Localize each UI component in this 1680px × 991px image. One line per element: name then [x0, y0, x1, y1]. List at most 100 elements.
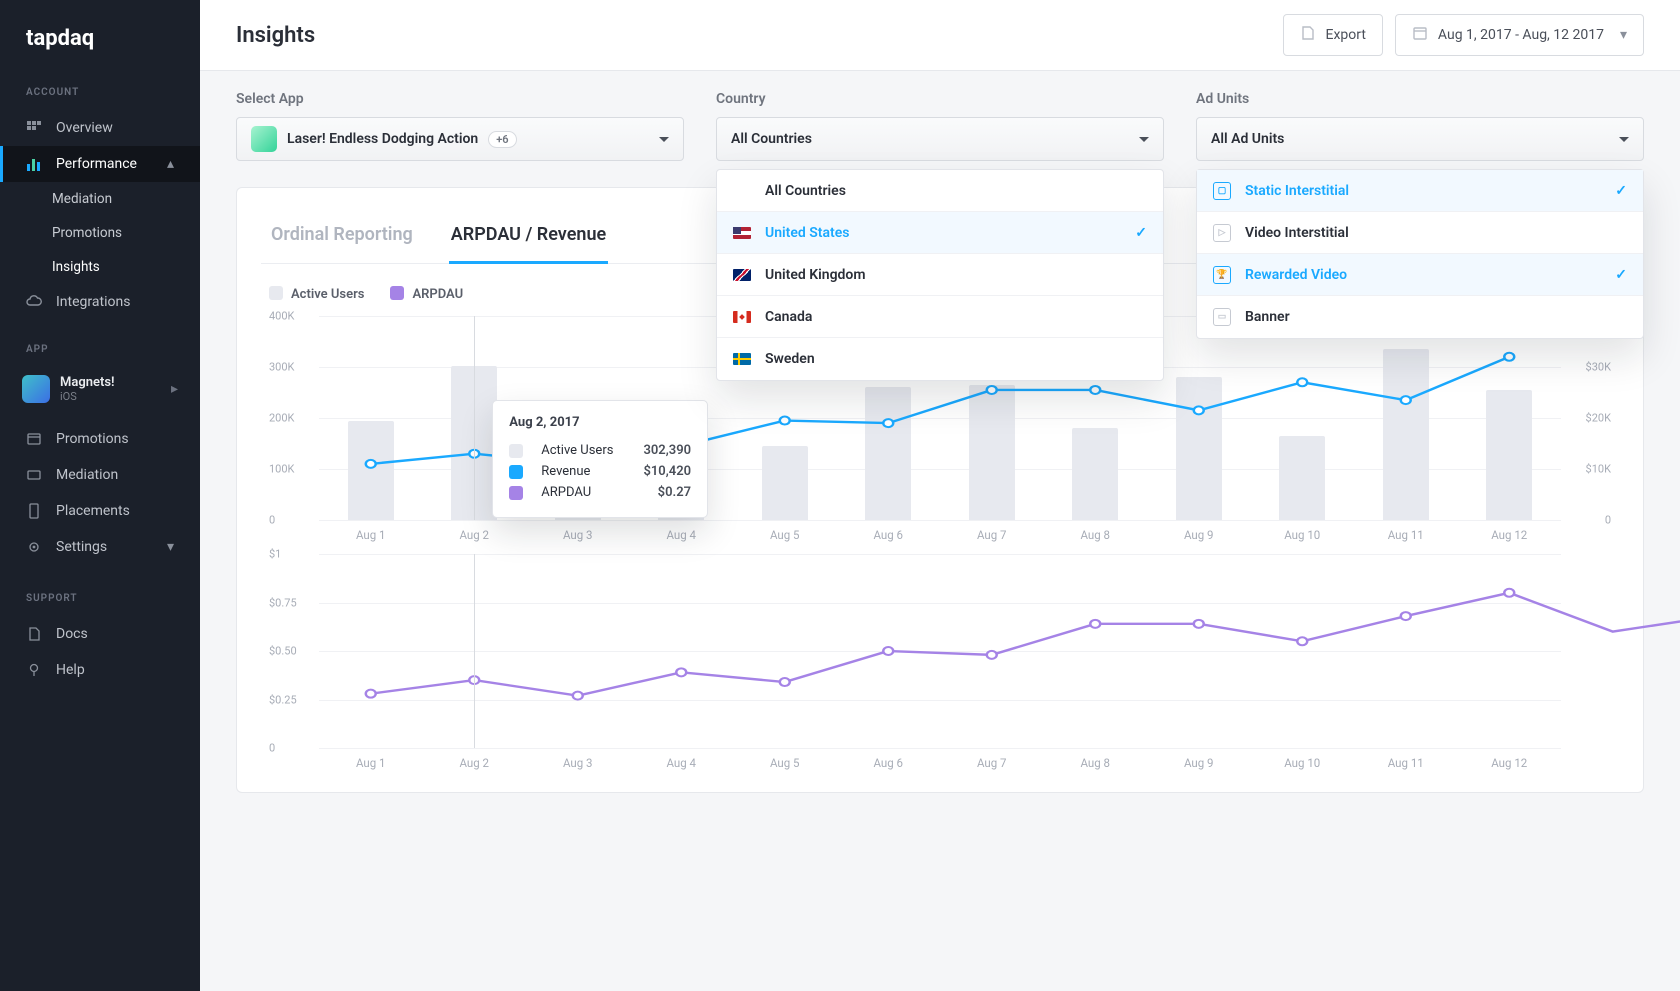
y-tick-left: $0.75 [269, 596, 297, 609]
sidebar-item-label: Performance [56, 156, 137, 172]
promotions-icon [26, 431, 42, 447]
filter-country-label: Country [716, 91, 1164, 107]
filter-adunits: Ad Units All Ad Units ▢Static Interstiti… [1196, 91, 1644, 161]
adunit-option[interactable]: ▷ Video Interstitial [1197, 212, 1643, 254]
sidebar-item-insights[interactable]: Insights [26, 250, 200, 284]
adunit-icon: 🏆 [1213, 266, 1231, 284]
sidebar-item-overview[interactable]: Overview [0, 110, 200, 146]
y-tick-right: $30K [1586, 361, 1611, 374]
adunit-option-label: Banner [1245, 309, 1290, 325]
country-option[interactable]: United Kingdom [717, 254, 1163, 296]
hover-vline [474, 316, 475, 520]
filters-row: Select App Laser! Endless Dodging Action… [200, 71, 1680, 161]
adunit-option[interactable]: ▭Banner [1197, 296, 1643, 338]
export-icon [1300, 25, 1316, 45]
adunit-icon: ▷ [1213, 224, 1231, 242]
filter-country: Country All Countries All CountriesUnite… [716, 91, 1164, 161]
y-tick-left: 300K [269, 361, 294, 374]
app-extra-count: +6 [488, 131, 516, 148]
caret-down-icon: ▾ [1620, 27, 1627, 43]
app-menu-mediation[interactable]: Mediation [0, 457, 200, 493]
hover-vline [474, 554, 475, 748]
y-tick-left: 0 [269, 742, 275, 755]
app-select[interactable]: Laser! Endless Dodging Action +6 [236, 117, 684, 161]
adunit-option[interactable]: 🏆Rewarded Video✓ [1197, 254, 1643, 296]
sidebar-item-performance[interactable]: Performance ▴ [0, 146, 200, 182]
country-option[interactable]: All Countries [717, 170, 1163, 212]
country-option[interactable]: Canada [717, 296, 1163, 338]
tooltip-label: Active Users [541, 443, 613, 458]
app-selector[interactable]: Magnets! iOS ▸ [0, 367, 200, 411]
sidebar-item-label: Insights [52, 259, 100, 275]
x-tick: Aug 1 [319, 756, 423, 770]
bars-icon [26, 156, 42, 172]
x-tick: Aug 4 [630, 756, 734, 770]
chevron-right-icon: ▸ [171, 381, 178, 397]
chevron-up-icon: ▴ [167, 156, 174, 172]
swatch-icon [509, 486, 523, 500]
tab-ordinal[interactable]: Ordinal Reporting [269, 212, 415, 263]
y-tick-left: $1 [269, 548, 281, 561]
tooltip-value: $0.27 [638, 485, 691, 500]
sidebar-item-promotions[interactable]: Promotions [26, 216, 200, 250]
export-button[interactable]: Export [1283, 14, 1383, 56]
country-option-label: United States [765, 225, 849, 241]
country-option-label: Sweden [765, 351, 815, 367]
sidebar-item-label: Promotions [52, 225, 122, 241]
country-dropdown: All CountriesUnited States✓ United Kingdo… [716, 169, 1164, 381]
topbar: Insights Export Aug 1, 2017 - Aug, 12 20… [200, 0, 1680, 71]
flag-icon [733, 311, 751, 323]
section-support: SUPPORT [0, 587, 200, 616]
sidebar-item-integrations[interactable]: Integrations [0, 284, 200, 320]
adunit-option-label: Static Interstitial [1245, 183, 1349, 199]
grid-icon [26, 120, 42, 136]
country-option-label: United Kingdom [765, 267, 866, 283]
performance-submenu: Mediation Promotions Insights [0, 182, 200, 284]
app-menu-settings[interactable]: Settings ▾ [0, 529, 200, 565]
app-thumb [22, 375, 50, 403]
x-tick: Aug 9 [1147, 528, 1251, 542]
sidebar-item-label: Help [56, 662, 85, 678]
adunits-select-value: All Ad Units [1211, 131, 1284, 147]
country-option[interactable]: United States✓ [717, 212, 1163, 254]
y-tick-left: $0.25 [269, 693, 297, 706]
sidebar: tapdaq ACCOUNT Overview Performance ▴ Me… [0, 0, 200, 991]
support-help[interactable]: Help [0, 652, 200, 688]
sidebar-item-mediation[interactable]: Mediation [26, 182, 200, 216]
x-tick: Aug 7 [940, 528, 1044, 542]
daterange-button[interactable]: Aug 1, 2017 - Aug, 12 2017 ▾ [1395, 14, 1644, 56]
tab-arpdau[interactable]: ARPDAU / Revenue [449, 212, 608, 264]
gear-icon [26, 539, 42, 555]
sidebar-item-label: Overview [56, 120, 113, 136]
y-tick-right: 0 [1605, 514, 1611, 527]
support-docs[interactable]: Docs [0, 616, 200, 652]
sidebar-item-label: Mediation [56, 467, 118, 483]
app-icon [251, 126, 277, 152]
app-platform: iOS [60, 390, 115, 403]
y-tick-left: 100K [269, 463, 294, 476]
adunit-option[interactable]: ▢Static Interstitial✓ [1197, 170, 1643, 212]
y-tick-right: $20K [1586, 412, 1611, 425]
caret-down-icon [1139, 137, 1149, 147]
chevron-down-icon: ▾ [167, 539, 174, 555]
app-select-value: Laser! Endless Dodging Action [287, 131, 478, 147]
x-tick: Aug 2 [423, 756, 527, 770]
adunits-select[interactable]: All Ad Units [1196, 117, 1644, 161]
app-menu-placements[interactable]: Placements [0, 493, 200, 529]
country-select[interactable]: All Countries [716, 117, 1164, 161]
country-option[interactable]: Sweden [717, 338, 1163, 380]
app-name: Magnets! [60, 375, 115, 390]
flag-icon [733, 227, 751, 239]
sidebar-item-label: Docs [56, 626, 88, 642]
y-tick-left: $0.50 [269, 645, 297, 658]
mediation-icon [26, 467, 42, 483]
x-tick: Aug 4 [630, 528, 734, 542]
sidebar-item-label: Settings [56, 539, 107, 555]
adunit-option-label: Video Interstitial [1245, 225, 1349, 241]
x-tick: Aug 2 [423, 528, 527, 542]
app-menu-promotions[interactable]: Promotions [0, 421, 200, 457]
page-title: Insights [236, 23, 315, 48]
check-icon: ✓ [1615, 183, 1627, 199]
adunit-option-label: Rewarded Video [1245, 267, 1347, 283]
x-tick: Aug 10 [1251, 528, 1355, 542]
